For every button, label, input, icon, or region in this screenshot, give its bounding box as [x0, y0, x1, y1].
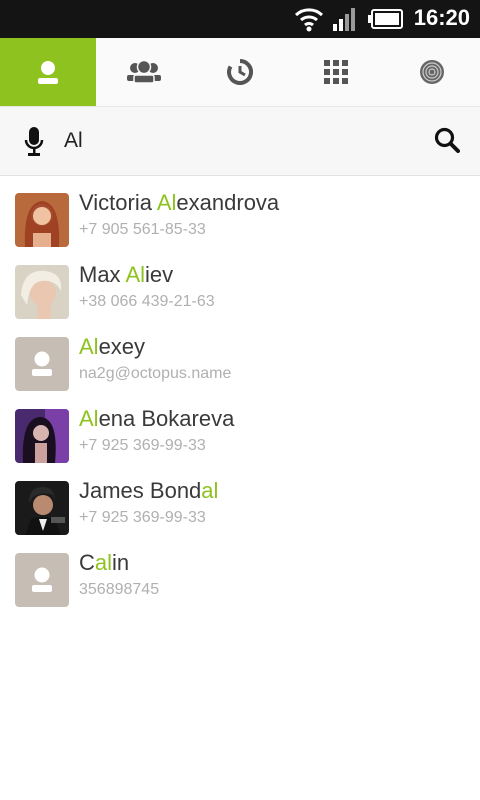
history-icon	[227, 59, 253, 85]
search-icon[interactable]	[434, 127, 460, 153]
match-highlight: Al	[79, 334, 99, 359]
signal-icon	[333, 8, 355, 31]
battery-icon	[368, 9, 403, 29]
search-bar	[0, 107, 480, 176]
contact-detail: +38 066 439-21-63	[79, 293, 215, 310]
contact-row[interactable]: Alena Bokareva +7 925 369-99-33	[0, 392, 480, 464]
status-time: 16:20	[413, 5, 470, 30]
contact-row[interactable]: James Bondal +7 925 369-99-33	[0, 464, 480, 536]
contact-list: Victoria Alexandrova +7 905 561-85-33 Ma…	[0, 176, 480, 608]
contact-row[interactable]: Calin 356898745	[0, 536, 480, 608]
person-icon	[38, 61, 58, 84]
person-icon	[15, 337, 69, 391]
contact-detail: 356898745	[79, 581, 160, 598]
contact-photo	[15, 409, 69, 463]
match-highlight: Al	[125, 262, 146, 287]
contact-detail: +7 925 369-99-33	[79, 509, 206, 526]
contact-name: Calin	[79, 550, 130, 575]
contact-row[interactable]: Alexey na2g@octopus.name	[0, 320, 480, 392]
octopus-logo-icon	[420, 60, 444, 84]
tab-octopus[interactable]	[384, 38, 480, 106]
contact-placeholder-avatar	[15, 337, 69, 391]
match-highlight: al	[201, 478, 219, 503]
contact-detail: na2g@octopus.name	[79, 365, 232, 382]
contact-photo	[15, 265, 69, 319]
match-highlight: Al	[79, 406, 99, 431]
match-highlight: Al	[156, 190, 177, 215]
dialpad-icon	[324, 60, 348, 84]
tab-bar	[0, 38, 480, 107]
contact-name: James Bondal	[79, 478, 219, 503]
tab-history[interactable]	[192, 38, 288, 106]
tab-groups[interactable]	[96, 38, 192, 106]
tab-dialpad[interactable]	[288, 38, 384, 106]
match-highlight: al	[94, 550, 113, 575]
wifi-icon	[294, 8, 324, 32]
search-input[interactable]	[60, 123, 428, 159]
contact-name: Victoria Alexandrova	[79, 190, 280, 215]
contact-detail: +7 925 369-99-33	[79, 437, 206, 454]
group-icon	[127, 59, 161, 84]
contact-photo	[15, 481, 69, 535]
contact-name: Max Aliev	[79, 262, 174, 287]
contact-detail: +7 905 561-85-33	[79, 221, 206, 238]
contact-name: Alexey	[79, 334, 146, 359]
person-icon	[15, 553, 69, 607]
contact-name: Alena Bokareva	[79, 406, 235, 431]
contact-placeholder-avatar	[15, 553, 69, 607]
contact-row[interactable]: Victoria Alexandrova +7 905 561-85-33	[0, 176, 480, 248]
tab-contacts[interactable]	[0, 38, 96, 106]
contact-photo	[15, 193, 69, 247]
contact-row[interactable]: Max Aliev +38 066 439-21-63	[0, 248, 480, 320]
status-bar: 16:20	[0, 0, 480, 38]
microphone-icon[interactable]	[24, 127, 44, 157]
